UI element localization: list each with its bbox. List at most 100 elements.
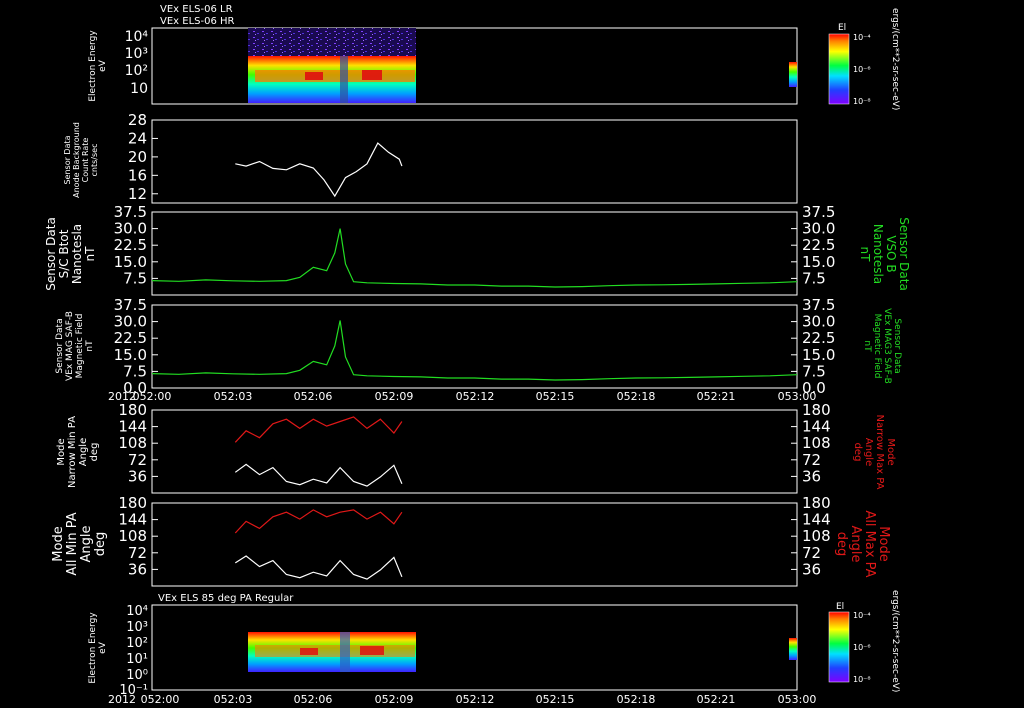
y-tick-label: 10⁴	[125, 29, 149, 45]
panel-frame	[151, 119, 798, 204]
panel-frame	[151, 211, 798, 296]
y-axis-label-right: All Max PA	[862, 510, 877, 577]
y-axis-label-right: Narrow Max PA	[874, 415, 885, 490]
y-tick-label: 144	[118, 511, 147, 529]
y-tick-label-right: 36	[802, 560, 821, 578]
header-line-2: VEx ELS-06 HR	[160, 16, 235, 27]
y-tick-label: 28	[128, 111, 147, 129]
y-axis-label: All Min PA	[65, 512, 80, 575]
y-axis-label: Angle	[78, 438, 89, 466]
colorbar-tick: 10⁻⁴	[853, 33, 871, 42]
y-axis-label-right: deg	[852, 443, 863, 462]
y-axis-label: cnts/sec	[90, 144, 99, 177]
y-tick-label-right: 37.5	[802, 203, 835, 221]
y-axis-label-right: Angle	[848, 526, 863, 563]
y-axis-label: eV	[98, 59, 108, 72]
y-axis-label: Angle	[79, 526, 94, 563]
panel-frame	[151, 409, 798, 494]
y-tick-label: 20	[128, 148, 147, 166]
y-tick-label: 180	[118, 401, 147, 419]
time-tick-label: 052:03	[214, 693, 253, 706]
y-tick-label: 7.5	[123, 362, 147, 380]
y-axis-label-right: Sensor Data	[892, 318, 902, 373]
time-tick-label: 052:09	[375, 693, 414, 706]
y-axis-label: S/C Btot	[57, 229, 71, 278]
y-tick-label-right: 144	[802, 511, 831, 529]
spectrogram-gap	[340, 632, 350, 672]
spectrogram-hot-spot	[362, 70, 382, 80]
colorbar-tick: 10⁻⁴	[853, 611, 871, 620]
y-axis-label-right: Mode	[876, 526, 891, 561]
y-tick-label: 36	[128, 467, 147, 485]
colorbar-units: ergs/(cm**2-sr-sec-eV)	[890, 590, 900, 692]
spectrogram-gap	[340, 56, 348, 103]
spectrogram-core	[255, 70, 415, 82]
year-label: 2012	[108, 693, 136, 706]
y-tick-label: 0.0	[123, 379, 147, 397]
colorbar: El 10⁻⁴ 10⁻⁶ 10⁻⁸ ergs/(cm**2-sr-sec-eV)	[828, 8, 900, 110]
y-axis-label: Electron Energy	[88, 612, 98, 684]
time-axis-mid: 2012 052:00 052:03 052:06 052:09 052:12 …	[108, 390, 816, 403]
y-axis-label: Sensor Data	[63, 135, 72, 184]
time-tick-label: 052:12	[456, 693, 495, 706]
y-tick-label-right: 72	[802, 451, 821, 469]
y-tick-label: 108	[118, 434, 147, 452]
y-tick-label: 10¹	[126, 652, 148, 667]
y-tick-label: 36	[128, 560, 147, 578]
y-axis-label: nT	[83, 246, 97, 262]
spectrogram-hot-spot	[305, 72, 323, 80]
y-tick-label: 10	[130, 81, 148, 97]
y-axis-label: Mode	[56, 438, 67, 465]
y-tick-label-right: 36	[802, 467, 821, 485]
y-axis-label-right: VEx MAG3 SAF-B	[882, 308, 892, 384]
y-tick-label-right: 22.5	[802, 329, 835, 347]
y-tick-label-right: 180	[802, 401, 831, 419]
y-tick-label: 15.0	[114, 253, 147, 271]
y-tick-label: 10⁰	[126, 668, 148, 683]
y-axis-label-right: Angle	[863, 438, 874, 466]
y-axis-label: Count Rate	[81, 138, 90, 183]
y-axis-energy-bottom: 10⁴ 10³ 10² 10¹ 10⁰ 10⁻¹	[119, 604, 148, 698]
y-tick-label-right: 15.0	[802, 253, 835, 271]
panel-all-pa: Mode All Min PA Angle deg Mode All Max P…	[51, 502, 891, 587]
spectrogram-core	[255, 645, 415, 657]
y-tick-label: 10³	[126, 620, 148, 635]
y-tick-label: 10³	[125, 46, 148, 62]
time-tick-label: 052:18	[617, 693, 656, 706]
y-tick-label: 7.5	[123, 269, 147, 287]
colorbar-label: El	[838, 23, 846, 33]
y-tick-label: 10²	[125, 63, 148, 79]
y-tick-label-right: 30.0	[802, 220, 835, 238]
y-tick-label: 22.5	[114, 236, 147, 254]
y-tick-label: 108	[118, 527, 147, 545]
colorbar-label: El	[836, 602, 844, 612]
y-axis-label-right: Mode	[885, 438, 896, 465]
y-axis-label-right: nT	[858, 247, 872, 263]
y-axis-label: deg	[89, 443, 100, 462]
time-tick-label: 052:18	[617, 390, 656, 403]
panel-frame	[151, 502, 798, 587]
y-tick-label-right: 22.5	[802, 236, 835, 254]
y-tick-label-right: 37.5	[802, 296, 835, 314]
time-tick-label: 052:12	[456, 390, 495, 403]
colorbar-tick: 10⁻⁶	[853, 65, 871, 74]
panel-frame	[151, 304, 798, 389]
panel-anode-background: Sensor Data Anode Background Count Rate …	[63, 119, 798, 204]
y-tick-label-right: 15.0	[802, 346, 835, 364]
spectrogram-hot-spot	[360, 646, 384, 655]
spectrogram-noise-band	[248, 28, 416, 58]
colorbar-tick: 10⁻⁸	[853, 675, 871, 684]
y-axis-label-right: deg	[834, 532, 849, 557]
y-axis-label-right: Sensor Data	[897, 217, 911, 291]
time-tick-label: 052:21	[697, 390, 736, 403]
y-tick-label-right: 180	[802, 494, 831, 512]
y-tick-label: 72	[128, 544, 147, 562]
time-tick-label: 052:15	[536, 693, 575, 706]
y-tick-label: 37.5	[114, 296, 147, 314]
y-axis-label-right: Nanotesla	[871, 224, 885, 284]
y-axis-label-right: Magnetic Field	[872, 314, 882, 379]
y-tick-label-right: 7.5	[802, 269, 826, 287]
y-axis-label: nT	[85, 340, 95, 352]
colorbar-gradient	[828, 33, 850, 105]
time-tick-label: 052:15	[536, 390, 575, 403]
